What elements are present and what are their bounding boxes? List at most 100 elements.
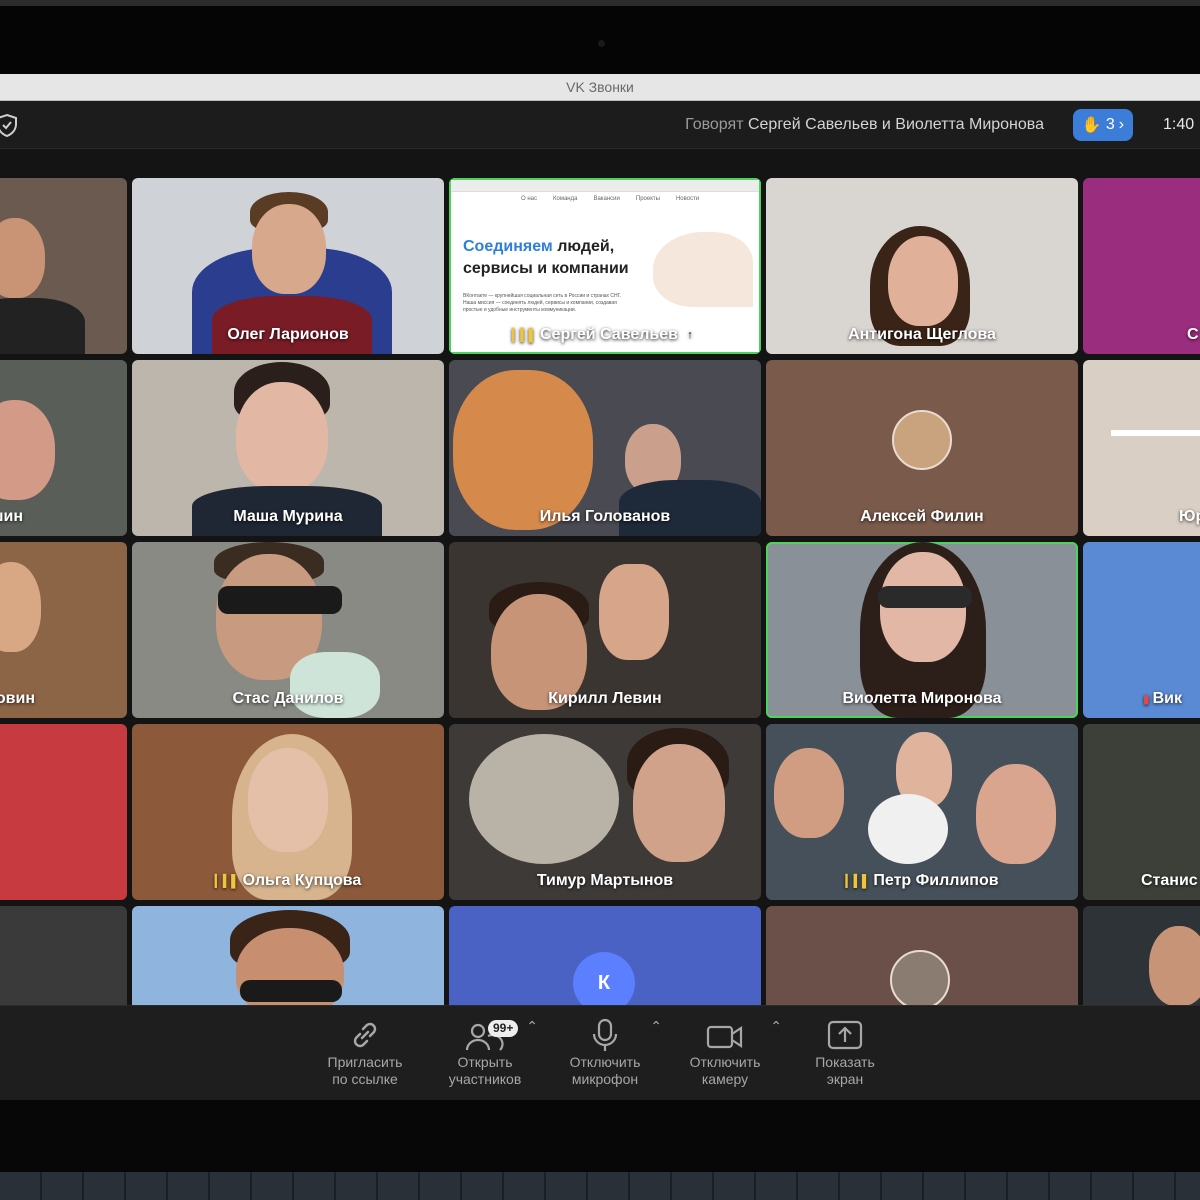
participants-label-line2: участников [448, 1071, 522, 1087]
participant-face [248, 748, 328, 852]
camera-label-line1: Отключить [689, 1054, 761, 1070]
invite-icon-wrap [310, 1016, 420, 1054]
site-nav-item: Проекты [635, 196, 660, 202]
site-nav-item: О нас [521, 196, 537, 202]
waving-hand [599, 564, 669, 660]
participant-tile[interactable]: ▎▍▌ Петр Филлипов [766, 724, 1078, 900]
participants-label-line1: Открыть [457, 1054, 513, 1070]
aquarium-photo [469, 734, 619, 864]
invite-link-button[interactable]: Пригласить по ссылке [310, 1016, 420, 1088]
mic-label-line2: микрофон [571, 1071, 639, 1087]
participant-tile[interactable]: К [449, 906, 761, 1005]
participant-tile[interactable]: Стас Данилов [132, 542, 444, 718]
participant-tile[interactable]: Тимур Мартынов [449, 724, 761, 900]
participant-face [976, 764, 1056, 864]
participant-name: Станис [1141, 872, 1198, 889]
sunglasses [878, 586, 972, 608]
call-controls-bar: Пригласить по ссылке 99+ ⌃ Открыть участ… [0, 1005, 1200, 1100]
shield-check-icon[interactable] [0, 113, 18, 137]
window-title: VK Звонки [566, 79, 634, 95]
participant-tile[interactable]: ▎▍▌ Ольга Купцова [132, 724, 444, 900]
participant-name-row: ▮ Вик [1143, 690, 1200, 708]
site-headline: Соединяем людей, сервисы и компании [463, 236, 629, 280]
participant-tile[interactable]: Маша Мурина [132, 360, 444, 536]
mute-mic-button[interactable]: ⌃ Отключить микрофон [550, 1016, 662, 1088]
cup-photo [290, 652, 380, 718]
participant-tile[interactable]: Станис [1083, 724, 1200, 900]
participant-name: Стас Данилов [232, 690, 344, 707]
participants-grid: Олег Ларионов О нас Команда Вакансии Про… [0, 149, 1200, 1005]
participant-tile[interactable]: Кирилл Левин [449, 542, 761, 718]
participant-avatar [890, 950, 950, 1005]
screen-share-upload-icon [827, 1020, 863, 1050]
participant-tile[interactable] [0, 906, 127, 1005]
participant-tile[interactable]: Виолетта Миронова [766, 542, 1078, 718]
link-icon [353, 1022, 377, 1048]
participant-tile[interactable]: Антигона Щеглова [766, 178, 1078, 354]
participant-tile[interactable] [0, 178, 127, 354]
participant-tile[interactable]: шин [0, 360, 127, 536]
call-app: Говорят Сергей Савельев и Виолетта Мирон… [0, 101, 1200, 1100]
participant-tile[interactable] [132, 906, 444, 1005]
call-timer: 1:40 [1163, 116, 1195, 133]
participant-tile[interactable] [1083, 906, 1200, 1005]
audio-level-icon: ▎▍▌ [845, 874, 870, 888]
site-nav-item: Команда [552, 196, 578, 202]
laptop-bezel [0, 0, 1200, 74]
participant-tile[interactable]: С [1083, 178, 1200, 354]
participant-tile[interactable]: Юр [1083, 360, 1200, 536]
headline-line2: сервисы и компании [463, 260, 629, 277]
participant-tile[interactable]: Илья Голованов [449, 360, 761, 536]
raised-hands-count: 3 [1105, 116, 1115, 133]
participant-letter-avatar: К [573, 952, 635, 1005]
disable-camera-button[interactable]: ⌃ Отключить камеру [670, 1016, 782, 1088]
robot-photo [868, 794, 948, 864]
screen-share-icon: ↑ [681, 328, 698, 342]
webcam-dot [598, 40, 605, 47]
participant-photo-body [0, 298, 85, 354]
speaking-indicator: Говорят Сергей Савельев и Виолетта Мирон… [685, 116, 1044, 134]
participant-name: Олег Ларионов [227, 326, 349, 343]
audio-level-icon: ▎▍▌ [214, 874, 240, 888]
participant-name-row: ▎▍▌ Сергей Савельев ↑ [449, 326, 761, 344]
participant-photo [1149, 926, 1200, 1005]
participant-face [252, 204, 326, 294]
participant-name: Вик [1152, 690, 1183, 707]
participant-name: Кирилл Левин [548, 690, 662, 707]
raised-hand-icon: ✋ [1081, 117, 1102, 134]
open-participants-button[interactable]: 99+ ⌃ Открыть участников [430, 1016, 540, 1088]
site-nav: О нас Команда Вакансии Проекты Новости [451, 192, 759, 206]
chevron-up-icon[interactable]: ⌃ [526, 1018, 538, 1035]
participant-tile[interactable]: Олег Ларионов [132, 178, 444, 354]
chevron-up-icon[interactable]: ⌃ [770, 1018, 782, 1035]
sunglasses [218, 586, 342, 614]
participant-tile[interactable]: ▮ Вик [1083, 542, 1200, 718]
headline-highlight: Соединяем [463, 238, 553, 255]
participants-icon-wrap: 99+ ⌃ [430, 1016, 540, 1054]
screen-share-tile[interactable]: О нас Команда Вакансии Проекты Новости С… [449, 178, 761, 354]
camera-label-line2: камеру [701, 1071, 749, 1087]
table-photo [1111, 430, 1200, 436]
chevron-up-icon[interactable]: ⌃ [650, 1018, 662, 1035]
participant-tile[interactable]: Алексей Филин [766, 360, 1078, 536]
participant-face [236, 382, 328, 492]
participant-tile[interactable] [766, 906, 1078, 1005]
participant-name: Маша Мурина [233, 508, 343, 525]
site-nav-item: Новости [675, 196, 700, 202]
share-label-line2: экран [826, 1071, 864, 1087]
mic-icon-wrap: ⌃ [550, 1016, 662, 1054]
mic-label-line1: Отключить [569, 1054, 641, 1070]
chevron-right-icon: › [1118, 116, 1125, 133]
participant-photo-body [212, 296, 372, 354]
participant-photo [0, 400, 55, 500]
share-screen-button[interactable]: Показать экран [790, 1016, 900, 1088]
invite-label-line1: Пригласить [327, 1054, 403, 1070]
participant-photo [0, 562, 41, 652]
participant-tile[interactable]: овин [0, 542, 127, 718]
participant-face [888, 236, 958, 326]
share-icon-wrap [790, 1016, 900, 1054]
raised-hands-button[interactable]: ✋ 3 › [1073, 109, 1133, 141]
participant-name: Тимур Мартынов [536, 872, 674, 889]
participant-tile[interactable] [0, 724, 127, 900]
speaking-names: Сергей Савельев и Виолетта Миронова [747, 116, 1044, 133]
